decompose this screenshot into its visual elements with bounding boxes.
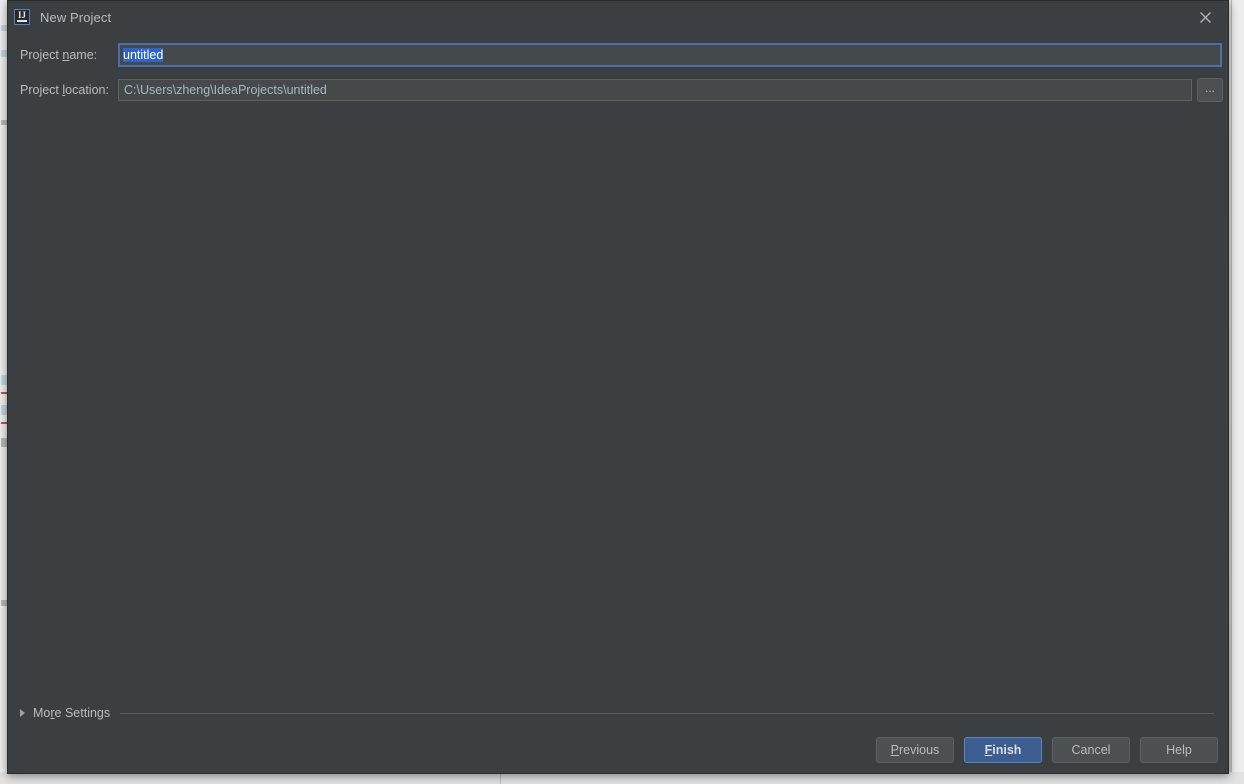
background-window-right-sliver (1231, 0, 1244, 784)
intellij-idea-icon (14, 9, 30, 25)
project-name-row: Project name: (20, 43, 1222, 67)
close-icon[interactable] (1182, 1, 1228, 33)
project-location-label: Project location: (20, 83, 109, 97)
project-location-input[interactable] (118, 79, 1192, 101)
project-name-input[interactable] (118, 43, 1222, 67)
project-name-label: Project name: (20, 48, 98, 62)
ellipsis-icon: ... (1204, 80, 1215, 95)
more-settings-toggle[interactable]: More Settings (20, 706, 1220, 720)
chevron-right-icon (20, 709, 25, 717)
dialog-titlebar: New Project (8, 1, 1228, 33)
help-button[interactable]: Help (1140, 737, 1218, 763)
more-settings-separator (120, 712, 1214, 714)
previous-button[interactable]: Previous (876, 737, 954, 763)
browse-folder-button[interactable]: ... (1197, 78, 1223, 102)
more-settings-label: More Settings (33, 706, 111, 720)
project-location-row: Project location: ... (20, 78, 1223, 102)
dialog-button-bar: Previous Finish Cancel Help (876, 737, 1218, 763)
dialog-title: New Project (40, 9, 112, 25)
new-project-dialog: New Project Project name: Project locati… (7, 0, 1229, 774)
finish-button[interactable]: Finish (964, 737, 1042, 763)
cancel-button[interactable]: Cancel (1052, 737, 1130, 763)
mnemonic-letter: F (984, 743, 993, 757)
mnemonic-letter: P (890, 743, 900, 757)
